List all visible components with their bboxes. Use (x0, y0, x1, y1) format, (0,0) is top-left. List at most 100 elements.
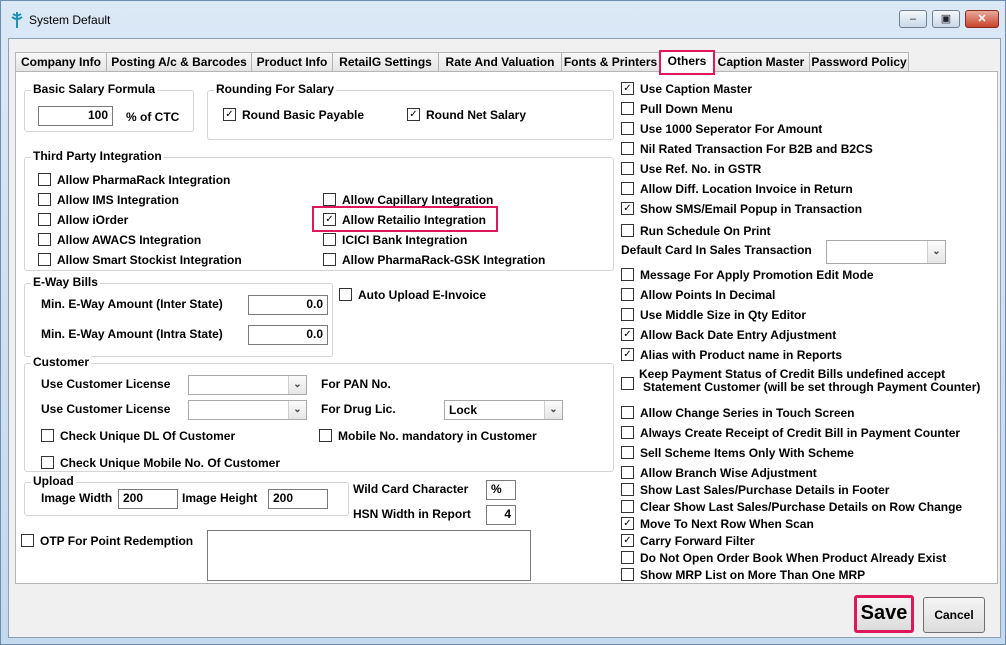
option-alias-product-name[interactable]: ✓ Alias with Product name in Reports (621, 348, 842, 364)
tab-posting-barcodes[interactable]: Posting A/c & Barcodes (106, 52, 252, 71)
checkbox-box (621, 568, 634, 582)
option-label: Do Not Open Order Book When Product Alre… (640, 551, 947, 565)
checkbox-box (621, 406, 634, 420)
round-net-label: Round Net Salary (426, 108, 527, 122)
checkbox-box (38, 213, 51, 227)
drug-lic-value: Lock (449, 403, 478, 417)
option-run-schedule[interactable]: Run Schedule On Print (621, 224, 771, 240)
option-sell-scheme-items[interactable]: Sell Scheme Items Only With Scheme (621, 446, 854, 462)
option-1000-separator[interactable]: Use 1000 Seperator For Amount (621, 122, 822, 138)
checkbox-box (621, 102, 634, 116)
close-button[interactable]: ✕ (965, 10, 999, 28)
iorder-checkbox[interactable]: Allow iOrder (38, 213, 128, 229)
pharmarack-gsk-checkbox[interactable]: Allow PharmaRack-GSK Integration (323, 253, 545, 269)
tab-retailg-settings[interactable]: RetailG Settings (332, 52, 439, 71)
awacs-checkbox[interactable]: Allow AWACS Integration (38, 233, 201, 249)
smart-stockist-checkbox[interactable]: Allow Smart Stockist Integration (38, 253, 242, 269)
option-branch-wise-adjustment[interactable]: Allow Branch Wise Adjustment (621, 466, 817, 482)
checkbox-box (621, 122, 634, 136)
option-label: Use 1000 Seperator For Amount (640, 122, 823, 136)
option-label: Use Middle Size in Qty Editor (640, 308, 807, 322)
tab-others[interactable]: Others (659, 50, 715, 75)
tab-product-info[interactable]: Product Info (251, 52, 333, 71)
option-label: Show MRP List on More Than One MRP (640, 568, 866, 582)
checkbox-box: ✓ (621, 82, 634, 96)
option-move-next-row-scan[interactable]: ✓ Move To Next Row When Scan (621, 517, 814, 533)
checkbox-box (621, 377, 634, 390)
minimize-button[interactable]: – (899, 10, 927, 28)
option-label: Carry Forward Filter (640, 534, 755, 548)
ims-checkbox[interactable]: Allow IMS Integration (38, 193, 179, 209)
window-title: System Default (29, 13, 111, 27)
checkbox-box: ✓ (621, 328, 634, 342)
checkbox-box (38, 173, 51, 187)
capillary-label: Allow Capillary Integration (342, 193, 494, 207)
default-card-select[interactable]: ⌄ (826, 240, 946, 264)
unique-mobile-checkbox[interactable]: Check Unique Mobile No. Of Customer (41, 456, 280, 472)
otp-message-textarea[interactable] (207, 530, 531, 581)
save-button[interactable]: Save (854, 595, 914, 633)
image-height-input[interactable]: 200 (268, 489, 328, 509)
title-bar[interactable]: System Default – ▣ ✕ (1, 1, 1005, 39)
option-pull-down-menu[interactable]: Pull Down Menu (621, 102, 733, 118)
option-show-last-footer[interactable]: Show Last Sales/Purchase Details in Foot… (621, 483, 889, 499)
third-party-title: Third Party Integration (31, 149, 164, 163)
round-net-checkbox[interactable]: ✓ Round Net Salary (407, 108, 526, 124)
option-label: Allow Points In Decimal (640, 288, 776, 302)
option-ref-no-gstr[interactable]: Use Ref. No. in GSTR (621, 162, 761, 178)
option-change-series-touch[interactable]: Allow Change Series in Touch Screen (621, 406, 855, 422)
license2-select[interactable]: ⌄ (188, 400, 307, 420)
iorder-label: Allow iOrder (57, 213, 129, 227)
option-back-date-entry[interactable]: ✓ Allow Back Date Entry Adjustment (621, 328, 836, 344)
eway-intra-input[interactable]: 0.0 (248, 325, 328, 345)
chevron-down-icon: ⌄ (288, 401, 306, 419)
tab-rate-valuation[interactable]: Rate And Valuation (438, 52, 562, 71)
option-clear-last-row-change[interactable]: Clear Show Last Sales/Purchase Details o… (621, 500, 962, 516)
option-label: Allow Branch Wise Adjustment (640, 466, 817, 480)
pharmarack-label: Allow PharmaRack Integration (57, 173, 231, 187)
wildcard-input[interactable]: % (486, 480, 516, 500)
option-use-caption-master[interactable]: ✓ Use Caption Master (621, 82, 752, 98)
otp-checkbox[interactable]: OTP For Point Redemption (21, 534, 193, 550)
checkbox-box (621, 268, 634, 282)
eway-inter-input[interactable]: 0.0 (248, 295, 328, 315)
option-create-receipt[interactable]: Always Create Receipt of Credit Bill in … (621, 426, 960, 442)
tab-company-info[interactable]: Company Info (15, 52, 107, 71)
tab-fonts-printers[interactable]: Fonts & Printers (561, 52, 660, 71)
license-select[interactable]: ⌄ (188, 375, 307, 395)
hsn-width-input[interactable]: 4 (486, 505, 516, 525)
option-no-open-order-book[interactable]: Do Not Open Order Book When Product Alre… (621, 551, 946, 567)
auto-upload-checkbox[interactable]: Auto Upload E-Invoice (339, 288, 486, 304)
mobile-mandatory-label: Mobile No. mandatory in Customer (338, 429, 537, 443)
tab-password-policy[interactable]: Password Policy (809, 52, 909, 71)
image-width-input[interactable]: 200 (118, 489, 178, 509)
option-label: Move To Next Row When Scan (640, 517, 814, 531)
otp-label: OTP For Point Redemption (40, 534, 194, 548)
option-carry-forward-filter[interactable]: ✓ Carry Forward Filter (621, 534, 755, 550)
cancel-button[interactable]: Cancel (923, 597, 985, 633)
option-sms-email-popup[interactable]: ✓ Show SMS/Email Popup in Transaction (621, 202, 862, 218)
option-nil-rated[interactable]: Nil Rated Transaction For B2B and B2CS (621, 142, 873, 158)
option-show-mrp-list[interactable]: Show MRP List on More Than One MRP (621, 568, 865, 584)
pan-label: For PAN No. (321, 377, 391, 391)
pharmarack-checkbox[interactable]: Allow PharmaRack Integration (38, 173, 230, 189)
checkbox-box (38, 233, 51, 247)
mobile-mandatory-checkbox[interactable]: Mobile No. mandatory in Customer (319, 429, 537, 445)
option-diff-location[interactable]: Allow Diff. Location Invoice in Return (621, 182, 853, 198)
icici-checkbox[interactable]: ICICI Bank Integration (323, 233, 467, 249)
option-promotion-message[interactable]: Message For Apply Promotion Edit Mode (621, 268, 874, 284)
restore-button[interactable]: ▣ (932, 10, 960, 28)
drug-lic-select[interactable]: Lock ⌄ (444, 400, 563, 420)
option-middle-size-qty[interactable]: Use Middle Size in Qty Editor (621, 308, 806, 324)
customer-title: Customer (31, 355, 92, 369)
restore-icon: ▣ (940, 13, 952, 25)
tab-caption-master[interactable]: Caption Master (712, 52, 810, 71)
option-label: Run Schedule On Print (640, 224, 771, 238)
unique-dl-checkbox[interactable]: Check Unique DL Of Customer (41, 429, 235, 445)
pharmarack-gsk-label: Allow PharmaRack-GSK Integration (342, 253, 546, 267)
image-height-label: Image Height (182, 491, 258, 505)
option-label: Alias with Product name in Reports (640, 348, 843, 362)
basic-salary-input[interactable]: 100 (38, 106, 113, 126)
round-basic-checkbox[interactable]: ✓ Round Basic Payable (223, 108, 364, 124)
option-points-decimal[interactable]: Allow Points In Decimal (621, 288, 775, 304)
